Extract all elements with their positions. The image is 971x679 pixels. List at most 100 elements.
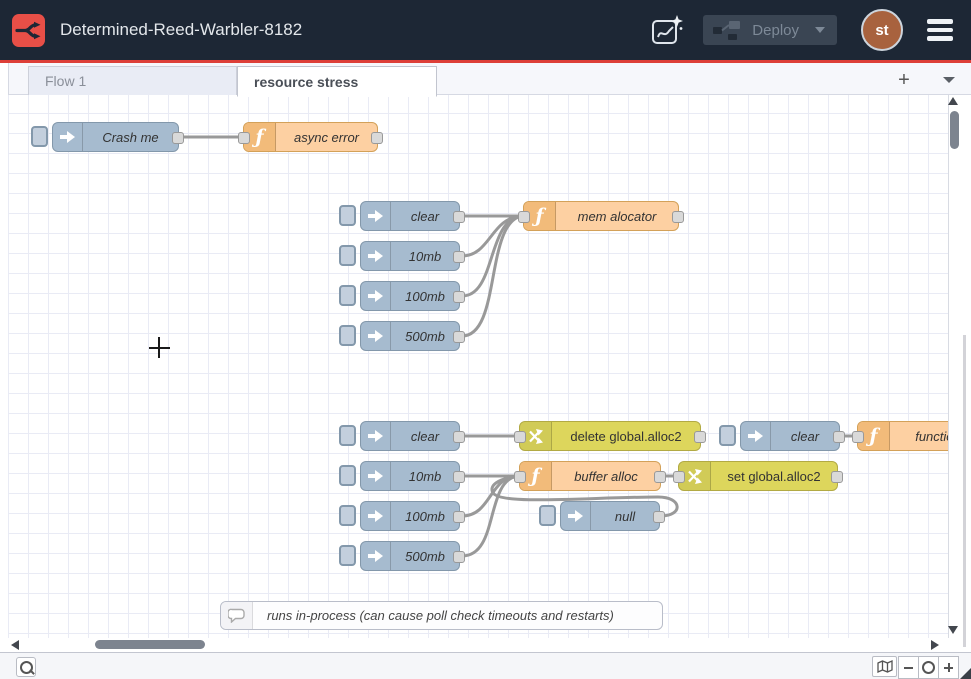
input-port[interactable] <box>518 211 530 223</box>
inject-trigger-button[interactable] <box>339 245 356 266</box>
node-inject-100mb[interactable]: 100mb <box>360 501 460 531</box>
input-port[interactable] <box>514 471 526 483</box>
vscroll-thumb[interactable] <box>950 111 959 149</box>
output-port[interactable] <box>371 132 383 144</box>
circle-icon <box>922 661 935 674</box>
output-port[interactable] <box>453 291 465 303</box>
inject-trigger-button[interactable] <box>539 505 556 526</box>
logo-fork-glyph <box>15 17 42 44</box>
output-port[interactable] <box>654 471 666 483</box>
input-port[interactable] <box>852 431 864 443</box>
deploy-options-caret-icon[interactable] <box>815 27 825 33</box>
navigator-map-button[interactable] <box>872 656 897 677</box>
flow-list-caret-icon[interactable] <box>943 77 955 83</box>
inject-trigger-button[interactable] <box>339 545 356 566</box>
inject-trigger-button[interactable] <box>339 505 356 526</box>
node-comment[interactable]: runs in-process (can cause poll check ti… <box>220 601 663 630</box>
output-port[interactable] <box>672 211 684 223</box>
wire[interactable] <box>462 216 521 256</box>
node-function-buffer-alloc[interactable]: buffer alloc <box>519 461 661 491</box>
wire[interactable] <box>462 216 521 336</box>
hscroll-left-arrow[interactable] <box>11 640 19 650</box>
node-inject-crash-me[interactable]: Crash me <box>52 122 179 152</box>
node-inject-clear[interactable]: clear <box>740 421 840 451</box>
node-inject-10mb[interactable]: 10mb <box>360 461 460 491</box>
inject-trigger-button[interactable] <box>719 425 736 446</box>
node-label: buffer alloc <box>552 462 660 490</box>
inject-trigger-button[interactable] <box>339 425 356 446</box>
output-port[interactable] <box>453 471 465 483</box>
hscroll-right-arrow[interactable] <box>931 640 939 650</box>
deploy-label: Deploy <box>752 22 799 39</box>
node-inject-clear[interactable]: clear <box>360 421 460 451</box>
node-label: async error <box>276 123 377 151</box>
node-change-set-global-alloc2[interactable]: set global.alloc2 <box>678 461 838 491</box>
input-port[interactable] <box>238 132 250 144</box>
flow-canvas[interactable]: Crash me async error clear 10mb 100mb 50… <box>8 95 949 638</box>
resize-grip <box>960 668 971 679</box>
instance-title: Determined-Reed-Warbler-8182 <box>60 20 302 40</box>
node-function-mem-alocator[interactable]: mem alocator <box>523 201 679 231</box>
minus-icon <box>904 667 913 669</box>
flowfuse-logo-icon[interactable] <box>12 14 45 47</box>
output-port[interactable] <box>833 431 845 443</box>
deploy-button[interactable]: Deploy <box>703 15 837 45</box>
node-label: 500mb <box>391 322 459 350</box>
node-label: 10mb <box>391 462 459 490</box>
output-port[interactable] <box>453 251 465 263</box>
comment-bubble-icon <box>221 602 253 629</box>
node-inject-100mb[interactable]: 100mb <box>360 281 460 311</box>
inject-trigger-button[interactable] <box>339 465 356 486</box>
hamburger-bar <box>927 19 953 24</box>
inject-arrow-icon <box>361 282 391 310</box>
output-port[interactable] <box>453 331 465 343</box>
main-menu-button[interactable] <box>923 15 957 45</box>
zoom-out-button[interactable] <box>898 656 919 679</box>
ai-assistant-icon[interactable] <box>649 12 685 48</box>
user-avatar[interactable]: st <box>861 9 903 51</box>
node-change-delete-global-alloc2[interactable]: delete global.alloc2 <box>519 421 701 451</box>
input-port[interactable] <box>673 471 685 483</box>
node-label: clear <box>391 422 459 450</box>
zoom-in-button[interactable] <box>938 656 959 679</box>
wire[interactable] <box>462 476 517 556</box>
output-port[interactable] <box>172 132 184 144</box>
output-port[interactable] <box>453 511 465 523</box>
inject-arrow-icon <box>53 123 83 151</box>
deploy-icon <box>713 20 740 41</box>
node-function-async-error[interactable]: async error <box>243 122 378 152</box>
node-label: clear <box>391 202 459 230</box>
output-port[interactable] <box>694 431 706 443</box>
node-inject-clear[interactable]: clear <box>360 201 460 231</box>
output-port[interactable] <box>653 511 665 523</box>
tab-flow-1[interactable]: Flow 1 <box>28 66 237 96</box>
node-inject-10mb[interactable]: 10mb <box>360 241 460 271</box>
add-flow-button[interactable]: + <box>892 68 916 92</box>
inject-arrow-icon <box>361 462 391 490</box>
output-port[interactable] <box>453 551 465 563</box>
node-function-function[interactable]: function <box>857 421 949 451</box>
node-label: Crash me <box>83 123 178 151</box>
vscroll-up-arrow[interactable] <box>948 97 958 105</box>
hscroll-thumb[interactable] <box>95 640 205 649</box>
output-port[interactable] <box>453 211 465 223</box>
output-port[interactable] <box>831 471 843 483</box>
wire[interactable] <box>462 216 521 296</box>
node-inject-500mb[interactable]: 500mb <box>360 541 460 571</box>
vscroll-down-arrow[interactable] <box>948 626 958 634</box>
inject-trigger-button[interactable] <box>339 325 356 346</box>
inject-trigger-button[interactable] <box>31 126 48 147</box>
input-port[interactable] <box>514 431 526 443</box>
inject-trigger-button[interactable] <box>339 205 356 226</box>
image-sparkle-glyph <box>649 12 685 48</box>
search-icon <box>20 661 33 674</box>
node-inject-500mb[interactable]: 500mb <box>360 321 460 351</box>
node-inject-null[interactable]: null <box>560 501 660 531</box>
tab-resource-stress[interactable]: resource stress <box>237 66 437 97</box>
search-flows-button[interactable] <box>16 657 36 677</box>
output-port[interactable] <box>453 431 465 443</box>
zoom-reset-button[interactable] <box>918 656 939 679</box>
inject-trigger-button[interactable] <box>339 285 356 306</box>
node-label: 500mb <box>391 542 459 570</box>
wire[interactable] <box>462 476 517 516</box>
